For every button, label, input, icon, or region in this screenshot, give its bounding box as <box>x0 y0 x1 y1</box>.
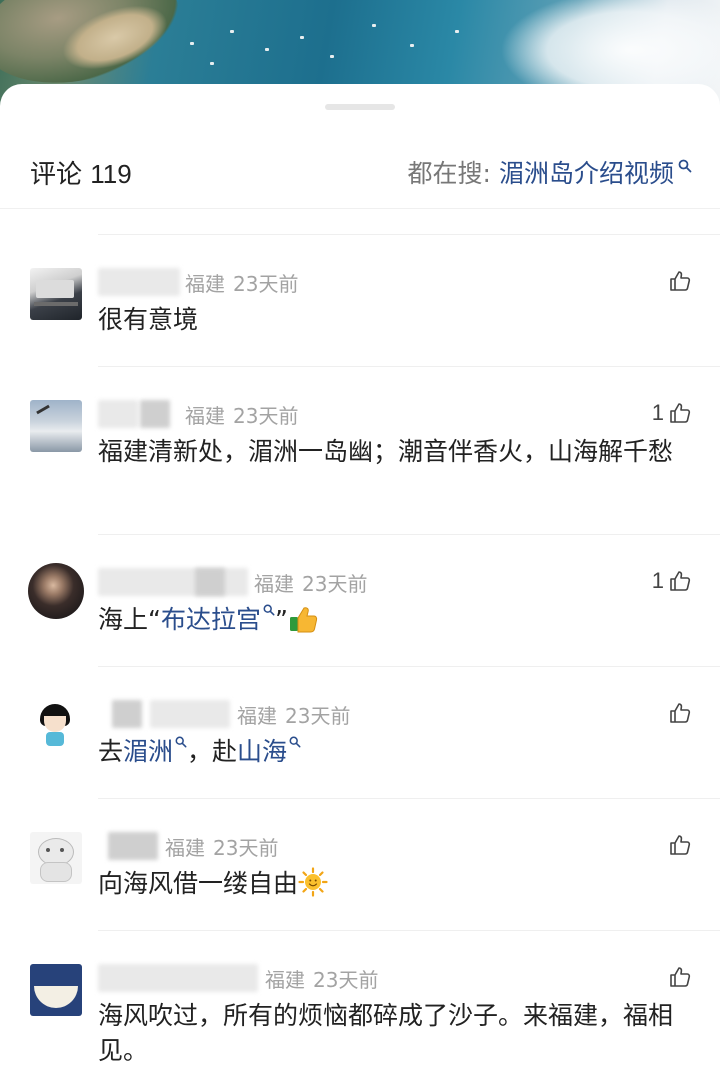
like-count: 1 <box>651 400 664 425</box>
comment-count: 评论 119 <box>30 159 132 190</box>
comment-item: 福建 23天前 1 福建清新处，湄洲一岛幽；潮音伴香火，山海解千愁 <box>0 398 720 548</box>
divider <box>98 366 720 367</box>
divider <box>98 798 720 799</box>
comment-count-number: 119 <box>90 159 132 189</box>
header-divider <box>0 208 720 209</box>
comment-item: 福建 23天前 去湄洲 ，赴山海 <box>0 698 720 808</box>
divider <box>98 930 720 931</box>
thumbs-up-icon <box>670 703 691 723</box>
divider <box>98 534 720 535</box>
like-button[interactable] <box>664 266 692 296</box>
avatar[interactable] <box>28 563 84 619</box>
search-link-meizhou[interactable]: 湄洲 <box>123 737 173 766</box>
search-icon <box>263 604 275 616</box>
sun-emoji <box>298 867 328 897</box>
search-link-shanhai[interactable]: 山海 <box>237 737 287 766</box>
search-link-potala[interactable]: 布达拉宫 <box>161 605 261 634</box>
comment-text: 很有意境 <box>98 305 199 334</box>
comment-text: 向海风借一缕自由 <box>98 866 688 901</box>
thumbs-up-icon <box>670 403 691 423</box>
comment-meta: 福建 23天前 <box>185 271 299 296</box>
comment-meta: 福建 23天前 <box>185 403 299 428</box>
search-icon <box>175 736 187 748</box>
comment-item: 福建 23天前 很有意境 <box>0 266 720 376</box>
like-button[interactable] <box>664 962 692 992</box>
thumbs-up-icon <box>670 271 691 291</box>
username-redacted[interactable] <box>98 964 258 992</box>
comment-meta: 福建 23天前 <box>165 835 279 860</box>
search-icon <box>678 159 692 173</box>
like-count: 1 <box>651 568 664 593</box>
search-icon <box>289 736 301 748</box>
comment-item: 福建 23天前 向海风借一缕自由 <box>0 830 720 940</box>
like-button[interactable]: 1 <box>652 398 692 428</box>
comment-item: 福建 23天前 海风吹过，所有的烦恼都碎成了沙子。来福建，福相见。 <box>0 962 720 1080</box>
thumbs-up-emoji <box>289 607 318 633</box>
username-redacted[interactable] <box>98 568 248 596</box>
thumbs-up-icon <box>670 571 691 591</box>
search-suggestion[interactable]: 都在搜: 湄洲岛介绍视频 <box>408 154 692 190</box>
divider <box>98 234 720 235</box>
comment-text: 福建清新处，湄洲一岛幽；潮音伴香火，山海解千愁 <box>98 437 674 466</box>
comments-header: 评论 119 都在搜: 湄洲岛介绍视频 <box>0 142 720 202</box>
comment-text: 海风吹过，所有的烦恼都碎成了沙子。来福建，福相见。 <box>98 1001 674 1065</box>
divider <box>98 666 720 667</box>
like-button[interactable] <box>664 830 692 860</box>
search-term-link[interactable]: 湄洲岛介绍视频 <box>499 154 674 190</box>
username-redacted[interactable] <box>98 400 138 428</box>
username-redacted[interactable] <box>112 700 142 728</box>
thumbs-up-icon <box>670 835 691 855</box>
comments-sheet: 评论 119 都在搜: 湄洲岛介绍视频 福建 23天前 很有意境 福建 23天前… <box>0 84 720 1080</box>
username-redacted[interactable] <box>98 268 180 296</box>
drag-handle[interactable] <box>325 104 395 110</box>
avatar[interactable] <box>30 964 82 1016</box>
like-button[interactable] <box>664 698 692 728</box>
comment-item: 福建 23天前 1 海上“布达拉宫” <box>0 563 720 676</box>
thumbs-up-icon <box>670 967 691 987</box>
like-button[interactable]: 1 <box>652 566 692 596</box>
avatar[interactable] <box>30 400 82 452</box>
comment-text: 去湄洲 ，赴山海 <box>98 734 688 769</box>
comment-text: 海上“布达拉宫” <box>98 602 688 637</box>
avatar[interactable] <box>30 700 82 752</box>
username-redacted[interactable] <box>108 832 158 860</box>
comment-meta: 福建 23天前 <box>237 703 351 728</box>
comment-meta: 福建 23天前 <box>254 571 368 596</box>
avatar[interactable] <box>30 268 82 320</box>
comment-meta: 福建 23天前 <box>265 967 379 992</box>
avatar[interactable] <box>30 832 82 884</box>
